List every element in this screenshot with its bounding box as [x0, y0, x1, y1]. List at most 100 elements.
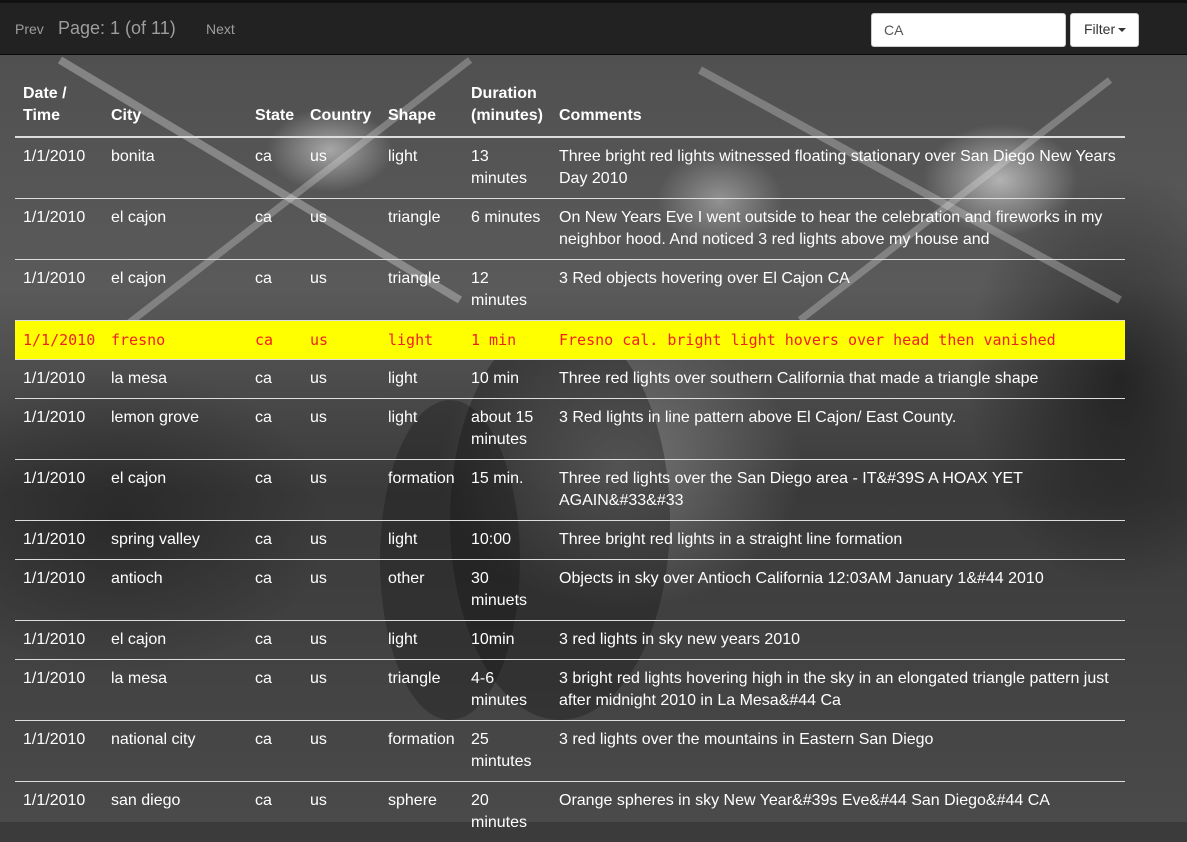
- cell-country: us: [302, 621, 380, 660]
- cell-duration: 10 min: [463, 360, 551, 399]
- cell-shape: light: [380, 137, 463, 199]
- cell-state: ca: [247, 521, 302, 560]
- cell-shape: triangle: [380, 199, 463, 260]
- cell-duration: 4-6 minutes: [463, 660, 551, 721]
- cell-state: ca: [247, 360, 302, 399]
- cell-shape: formation: [380, 721, 463, 782]
- header-city[interactable]: City: [103, 55, 247, 137]
- next-page-link[interactable]: Next: [206, 21, 235, 37]
- header-date-line1: Date /: [23, 85, 67, 102]
- table-row[interactable]: 1/1/2010el cajoncaustriangle6 minutesOn …: [15, 199, 1125, 260]
- cell-comments: 3 Red objects hovering over El Cajon CA: [551, 260, 1125, 321]
- cell-country: us: [302, 721, 380, 782]
- cell-state: ca: [247, 260, 302, 321]
- table-body: 1/1/2010bonitacauslight13 minutesThree b…: [15, 137, 1125, 842]
- cell-country: us: [302, 360, 380, 399]
- cell-comments: Fresno cal. bright light hovers over hea…: [551, 321, 1125, 360]
- cell-date: 1/1/2010: [15, 137, 103, 199]
- table-row[interactable]: 1/1/2010antiochcausother30 minuetsObject…: [15, 560, 1125, 621]
- cell-date: 1/1/2010: [15, 721, 103, 782]
- cell-comments: On New Years Eve I went outside to hear …: [551, 199, 1125, 260]
- cell-comments: Three red lights over the San Diego area…: [551, 460, 1125, 521]
- header-comments[interactable]: Comments: [551, 55, 1125, 137]
- cell-date: 1/1/2010: [15, 621, 103, 660]
- header-country[interactable]: Country: [302, 55, 380, 137]
- cell-city: la mesa: [103, 660, 247, 721]
- table-row[interactable]: 1/1/2010san diegocaussphere20 minutesOra…: [15, 782, 1125, 842]
- table-row[interactable]: 1/1/2010el cajoncausformation15 min.Thre…: [15, 460, 1125, 521]
- cell-state: ca: [247, 560, 302, 621]
- cell-country: us: [302, 560, 380, 621]
- cell-city: spring valley: [103, 521, 247, 560]
- table-row[interactable]: 1/1/2010national citycausformation25 min…: [15, 721, 1125, 782]
- cell-state: ca: [247, 137, 302, 199]
- table-row[interactable]: 1/1/2010la mesacauslight10 minThree red …: [15, 360, 1125, 399]
- table-row[interactable]: 1/1/2010spring valleycauslight10:00Three…: [15, 521, 1125, 560]
- cell-city: el cajon: [103, 621, 247, 660]
- page-indicator: Page: 1 (of 11): [58, 18, 176, 39]
- cell-duration: 10:00: [463, 521, 551, 560]
- cell-duration: 6 minutes: [463, 199, 551, 260]
- top-toolbar: Prev Page: 1 (of 11) Next Filter: [0, 0, 1187, 55]
- sightings-table-container: Date / Time City State Country Shape Dura…: [15, 55, 1125, 842]
- cell-shape: formation: [380, 460, 463, 521]
- cell-city: san diego: [103, 782, 247, 842]
- header-duration[interactable]: Duration (minutes): [463, 55, 551, 137]
- table-row[interactable]: 1/1/2010bonitacauslight13 minutesThree b…: [15, 137, 1125, 199]
- cell-country: us: [302, 260, 380, 321]
- cell-country: us: [302, 321, 380, 360]
- cell-comments: 3 red lights over the mountains in Easte…: [551, 721, 1125, 782]
- cell-duration: 15 min.: [463, 460, 551, 521]
- cell-duration: 12 minutes: [463, 260, 551, 321]
- search-input[interactable]: [871, 13, 1066, 47]
- table-row[interactable]: 1/1/2010lemon grovecauslightabout 15 min…: [15, 399, 1125, 460]
- table-row[interactable]: 1/1/2010el cajoncaustriangle12 minutes3 …: [15, 260, 1125, 321]
- cell-state: ca: [247, 621, 302, 660]
- cell-city: fresno: [103, 321, 247, 360]
- cell-country: us: [302, 782, 380, 842]
- filter-dropdown-button[interactable]: Filter: [1070, 13, 1139, 47]
- cell-shape: triangle: [380, 660, 463, 721]
- table-header-row: Date / Time City State Country Shape Dura…: [15, 55, 1125, 137]
- header-date-time[interactable]: Date / Time: [15, 55, 103, 137]
- header-date-line2: Time: [23, 107, 60, 124]
- cell-shape: light: [380, 321, 463, 360]
- cell-country: us: [302, 137, 380, 199]
- cell-state: ca: [247, 721, 302, 782]
- table-row[interactable]: 1/1/2010el cajoncauslight10min3 red ligh…: [15, 621, 1125, 660]
- cell-date: 1/1/2010: [15, 199, 103, 260]
- cell-shape: light: [380, 360, 463, 399]
- caret-down-icon: [1118, 28, 1126, 32]
- header-duration-line1: Duration: [471, 85, 537, 102]
- cell-comments: Objects in sky over Antioch California 1…: [551, 560, 1125, 621]
- header-duration-line2: (minutes): [471, 107, 543, 124]
- cell-comments: 3 Red lights in line pattern above El Ca…: [551, 399, 1125, 460]
- table-row[interactable]: 1/1/2010fresnocauslight1 minFresno cal. …: [15, 321, 1125, 360]
- cell-country: us: [302, 460, 380, 521]
- cell-shape: other: [380, 560, 463, 621]
- table-row[interactable]: 1/1/2010la mesacaustriangle4-6 minutes3 …: [15, 660, 1125, 721]
- header-shape[interactable]: Shape: [380, 55, 463, 137]
- cell-country: us: [302, 399, 380, 460]
- cell-comments: Three bright red lights witnessed floati…: [551, 137, 1125, 199]
- cell-duration: 13 minutes: [463, 137, 551, 199]
- cell-date: 1/1/2010: [15, 660, 103, 721]
- header-state[interactable]: State: [247, 55, 302, 137]
- cell-country: us: [302, 660, 380, 721]
- cell-duration: 20 minutes: [463, 782, 551, 842]
- filter-button-label: Filter: [1084, 21, 1115, 37]
- cell-duration: 10min: [463, 621, 551, 660]
- cell-comments: Three red lights over southern Californi…: [551, 360, 1125, 399]
- cell-city: lemon grove: [103, 399, 247, 460]
- cell-date: 1/1/2010: [15, 560, 103, 621]
- cell-comments: Three bright red lights in a straight li…: [551, 521, 1125, 560]
- prev-page-link[interactable]: Prev: [15, 21, 44, 37]
- cell-duration: 1 min: [463, 321, 551, 360]
- cell-shape: sphere: [380, 782, 463, 842]
- cell-city: antioch: [103, 560, 247, 621]
- cell-date: 1/1/2010: [15, 460, 103, 521]
- cell-date: 1/1/2010: [15, 521, 103, 560]
- cell-duration: about 15 minutes: [463, 399, 551, 460]
- cell-state: ca: [247, 782, 302, 842]
- cell-state: ca: [247, 660, 302, 721]
